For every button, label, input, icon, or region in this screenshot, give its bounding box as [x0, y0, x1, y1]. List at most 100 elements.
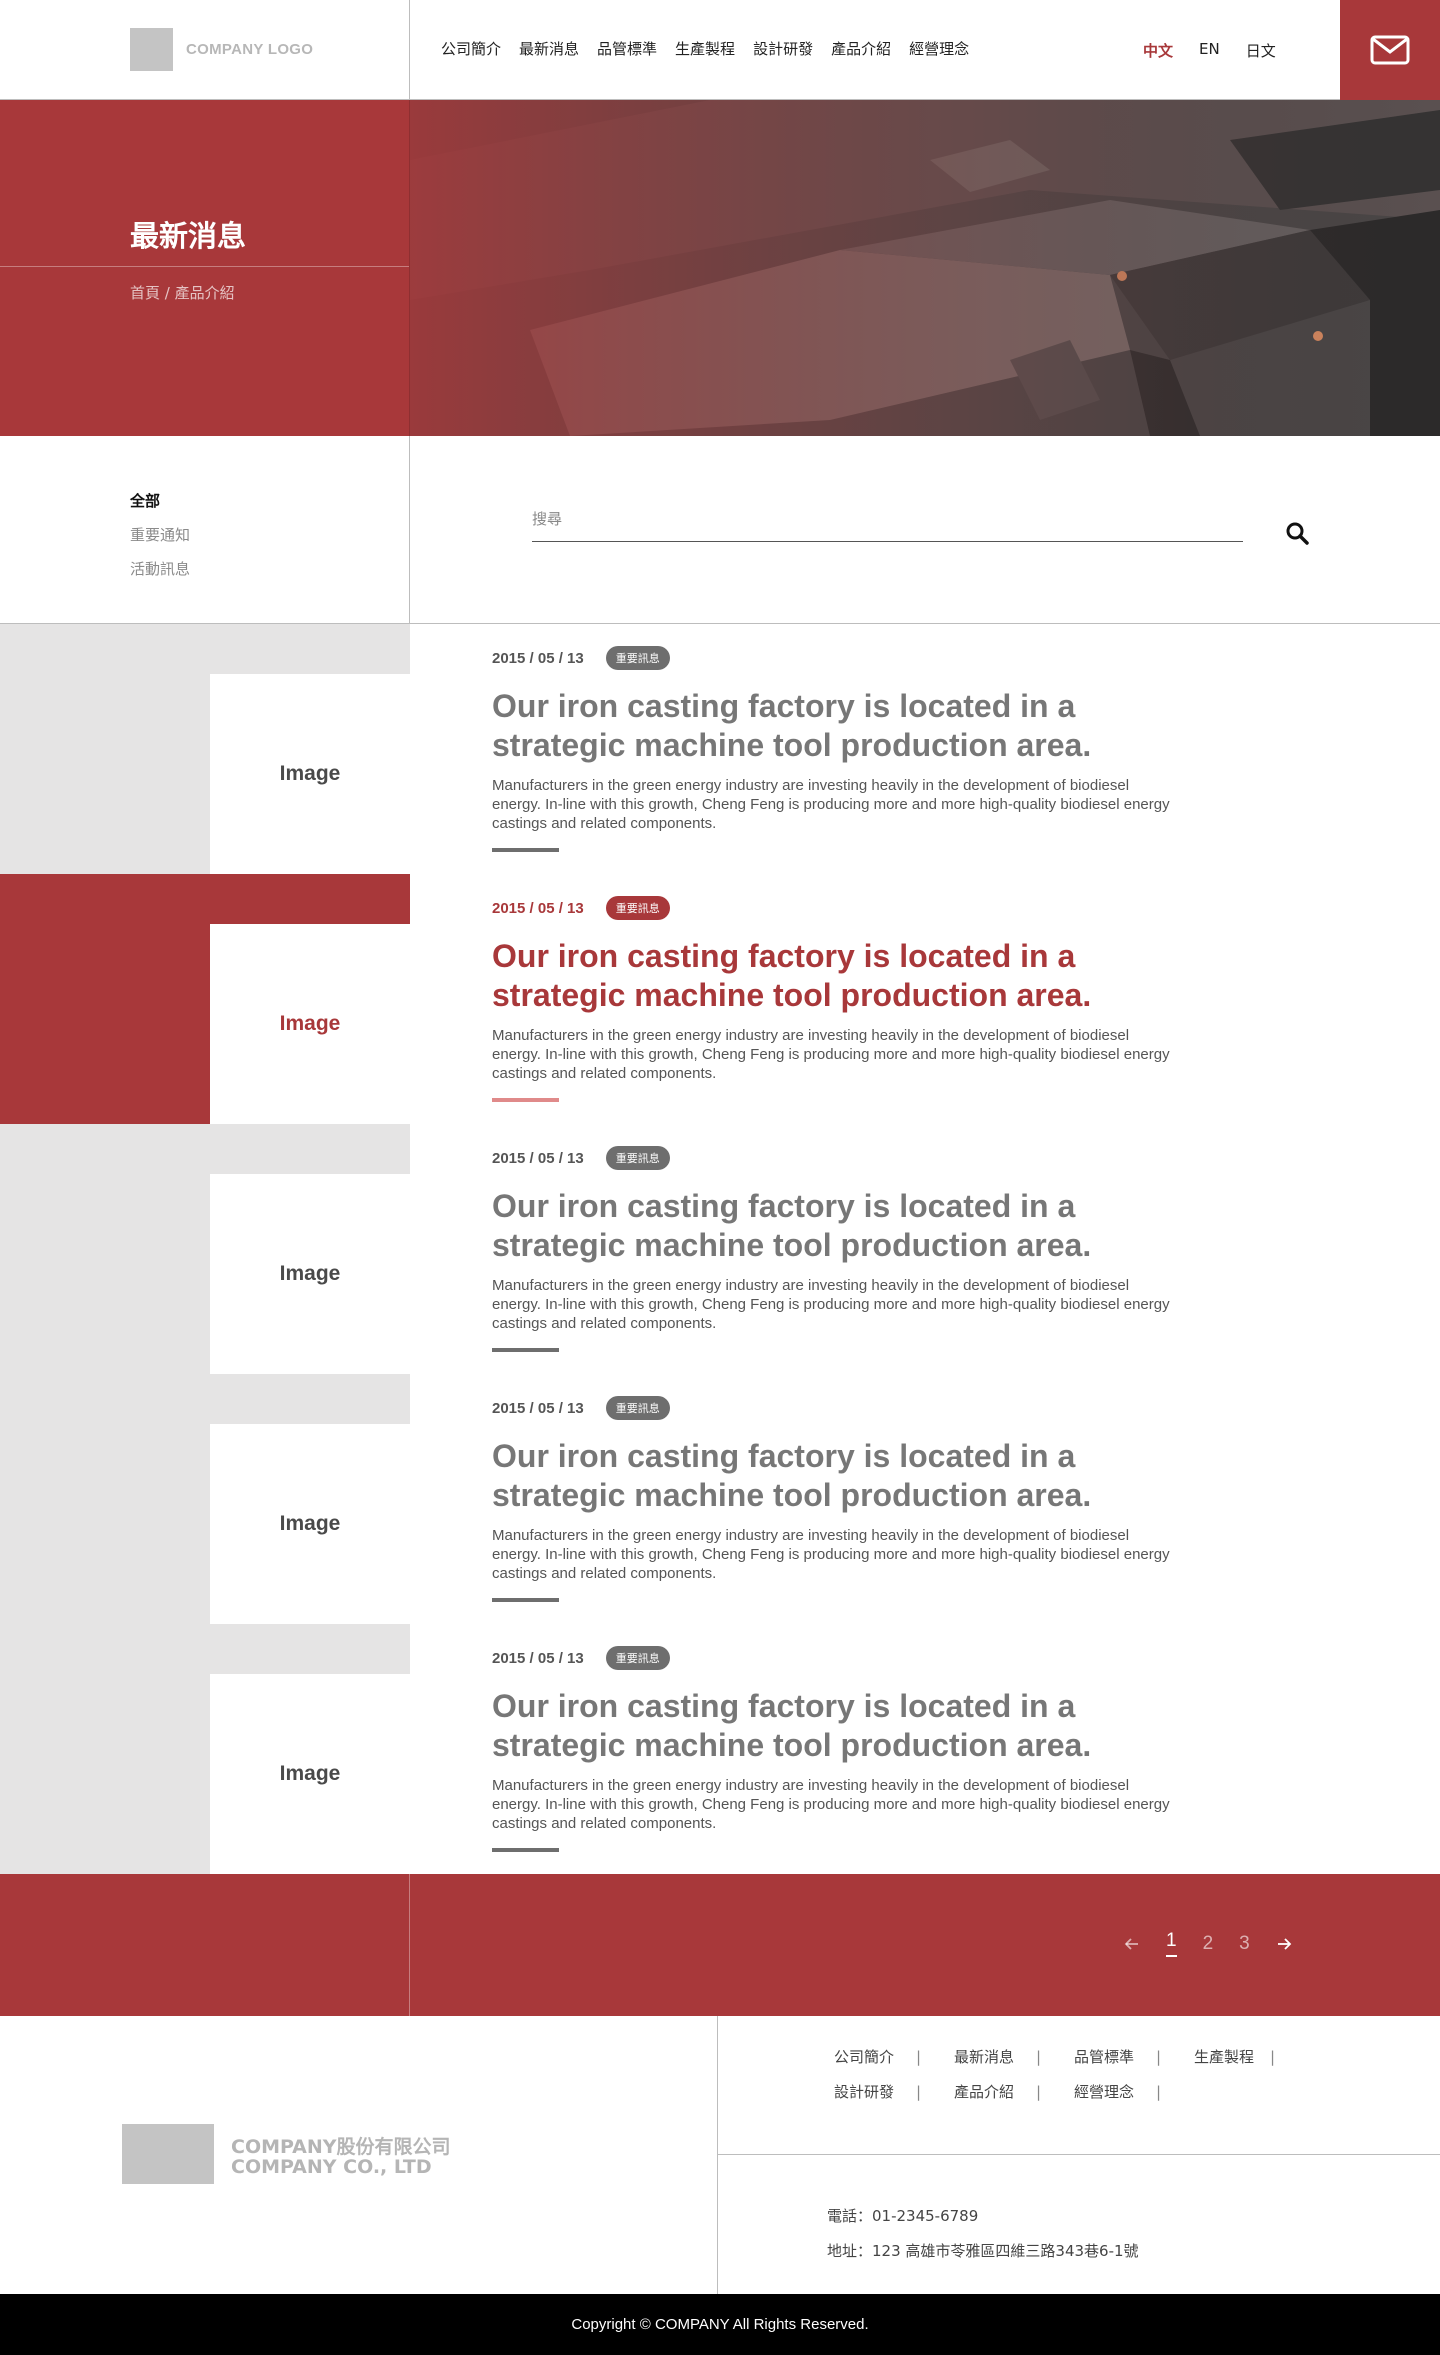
- news-title[interactable]: Our iron casting factory is located in a…: [492, 1187, 1192, 1265]
- news-underline-bar: [492, 848, 559, 852]
- news-excerpt: Manufacturers in the green energy indust…: [492, 1277, 1170, 1332]
- news-item[interactable]: Image 2015 / 05 / 13 重要訊息 Our iron casti…: [0, 1374, 1440, 1624]
- nav-item-news[interactable]: 最新消息: [519, 38, 579, 59]
- lang-zh[interactable]: 中文: [1143, 40, 1173, 61]
- footer-link-about[interactable]: 公司簡介: [834, 2046, 954, 2067]
- site-header: COMPANY LOGO 公司簡介 最新消息 品管標準 生產製程 設計研發 產品…: [0, 0, 1440, 100]
- news-excerpt: Manufacturers in the green energy indust…: [492, 777, 1170, 832]
- copyright-bar: Copyright © COMPANY All Rights Reserved.: [0, 2294, 1440, 2355]
- contact-mail-button[interactable]: [1340, 0, 1440, 100]
- search-field: [532, 508, 1243, 542]
- casting-mold-illustration: [410, 100, 1440, 436]
- hero-image-casting-mold: [410, 100, 1440, 436]
- page-link-2[interactable]: 2: [1203, 1933, 1214, 1955]
- news-date: 2015 / 05 / 13: [492, 649, 584, 667]
- category-events[interactable]: 活動訊息: [130, 558, 190, 579]
- header-divider: [409, 0, 410, 100]
- footer-address: 地址：123 高雄市苓雅區四維三路343巷6-1號: [827, 2242, 1139, 2260]
- breadcrumb[interactable]: 首頁 / 產品介紹: [130, 282, 235, 303]
- news-date: 2015 / 05 / 13: [492, 899, 584, 917]
- news-underline-bar: [492, 1098, 559, 1102]
- news-item[interactable]: Image 2015 / 05 / 13 重要訊息 Our iron casti…: [0, 1124, 1440, 1374]
- news-meta: 2015 / 05 / 13 重要訊息: [492, 1146, 670, 1170]
- news-date: 2015 / 05 / 13: [492, 1399, 584, 1417]
- news-list: Image 2015 / 05 / 13 重要訊息 Our iron casti…: [0, 624, 1440, 1874]
- language-switcher: 中文 EN 日文: [1143, 40, 1276, 61]
- footer-nav: 公司簡介 最新消息 品管標準 生產製程 設計研發 產品介紹 經營理念: [834, 2046, 1314, 2102]
- news-tag-badge: 重要訊息: [605, 896, 670, 920]
- news-item[interactable]: Image 2015 / 05 / 13 重要訊息 Our iron casti…: [0, 1624, 1440, 1874]
- news-tag-badge: 重要訊息: [605, 1646, 670, 1670]
- news-title[interactable]: Our iron casting factory is located in a…: [492, 1687, 1192, 1765]
- lang-en[interactable]: EN: [1199, 40, 1220, 61]
- nav-item-philosophy[interactable]: 經營理念: [909, 38, 969, 59]
- news-thumbnail[interactable]: Image: [210, 674, 410, 874]
- filter-bar: 全部 重要通知 活動訊息: [0, 436, 1440, 624]
- news-meta: 2015 / 05 / 13 重要訊息: [492, 896, 670, 920]
- arrow-right-icon[interactable]: [1276, 1936, 1292, 1952]
- news-meta: 2015 / 05 / 13 重要訊息: [492, 1646, 670, 1670]
- footer-link-rnd[interactable]: 設計研發: [834, 2081, 954, 2102]
- news-meta: 2015 / 05 / 13 重要訊息: [492, 1396, 670, 1420]
- footer-link-philosophy[interactable]: 經營理念: [1074, 2081, 1194, 2102]
- category-list: 全部 重要通知 活動訊息: [130, 490, 190, 592]
- news-excerpt: Manufacturers in the green energy indust…: [492, 1777, 1170, 1832]
- footer-logo-mark: [122, 2124, 214, 2184]
- news-item[interactable]: Image 2015 / 05 / 13 重要訊息 Our iron casti…: [0, 874, 1440, 1124]
- news-date: 2015 / 05 / 13: [492, 1649, 584, 1667]
- company-logo-mark[interactable]: [130, 28, 173, 71]
- pagination: 1 2 3: [1124, 1930, 1292, 1957]
- nav-item-about[interactable]: 公司簡介: [441, 38, 501, 59]
- news-thumbnail[interactable]: Image: [210, 1424, 410, 1624]
- site-footer: COMPANY股份有限公司 COMPANY CO., LTD 公司簡介 最新消息…: [0, 2016, 1440, 2294]
- nav-item-rnd[interactable]: 設計研發: [753, 38, 813, 59]
- footer-phone: 電話：01-2345-6789: [827, 2207, 979, 2225]
- news-underline-bar: [492, 1598, 559, 1602]
- news-tag-badge: 重要訊息: [605, 1146, 670, 1170]
- category-important[interactable]: 重要通知: [130, 524, 190, 545]
- footer-link-products[interactable]: 產品介紹: [954, 2081, 1074, 2102]
- news-excerpt: Manufacturers in the green energy indust…: [492, 1027, 1170, 1082]
- category-all[interactable]: 全部: [130, 490, 190, 511]
- arrow-left-icon[interactable]: [1124, 1936, 1140, 1952]
- page-link-1[interactable]: 1: [1166, 1930, 1177, 1957]
- news-title[interactable]: Our iron casting factory is located in a…: [492, 937, 1192, 1015]
- search-icon[interactable]: [1285, 521, 1309, 545]
- hero-banner: 最新消息 首頁 / 產品介紹: [0, 100, 1440, 436]
- news-tag-badge: 重要訊息: [605, 646, 670, 670]
- search-input[interactable]: [532, 508, 1243, 528]
- page-link-3[interactable]: 3: [1239, 1933, 1250, 1955]
- nav-item-quality[interactable]: 品管標準: [597, 38, 657, 59]
- news-thumbnail[interactable]: Image: [210, 924, 410, 1124]
- main-nav: 公司簡介 最新消息 品管標準 生產製程 設計研發 產品介紹 經營理念: [441, 38, 969, 59]
- news-thumbnail[interactable]: Image: [210, 1174, 410, 1374]
- page-title: 最新消息: [130, 219, 247, 253]
- news-meta: 2015 / 05 / 13 重要訊息: [492, 646, 670, 670]
- news-underline-bar: [492, 1348, 559, 1352]
- footer-link-news[interactable]: 最新消息: [954, 2046, 1074, 2067]
- company-logo-text[interactable]: COMPANY LOGO: [186, 41, 313, 58]
- envelope-icon: [1370, 35, 1410, 65]
- lang-ja[interactable]: 日文: [1246, 40, 1276, 61]
- hero-divider: [0, 266, 409, 267]
- news-thumbnail[interactable]: Image: [210, 1674, 410, 1874]
- news-title[interactable]: Our iron casting factory is located in a…: [492, 1437, 1192, 1515]
- footer-link-production[interactable]: 生產製程: [1194, 2046, 1314, 2067]
- footer-company-name-en: COMPANY CO., LTD: [231, 2156, 432, 2178]
- news-date: 2015 / 05 / 13: [492, 1149, 584, 1167]
- filter-divider: [409, 436, 410, 624]
- nav-item-production[interactable]: 生產製程: [675, 38, 735, 59]
- pagination-bar: 1 2 3: [0, 1874, 1440, 2016]
- footer-divider-horizontal: [718, 2154, 1440, 2155]
- footer-link-quality[interactable]: 品管標準: [1074, 2046, 1194, 2067]
- news-underline-bar: [492, 1848, 559, 1852]
- pagination-divider: [409, 1874, 410, 2016]
- footer-divider-vertical: [717, 2016, 718, 2294]
- news-tag-badge: 重要訊息: [605, 1396, 670, 1420]
- footer-company-name-zh: COMPANY股份有限公司: [231, 2136, 451, 2158]
- nav-item-products[interactable]: 產品介紹: [831, 38, 891, 59]
- hero-title-panel: 最新消息 首頁 / 產品介紹: [0, 100, 410, 436]
- news-title[interactable]: Our iron casting factory is located in a…: [492, 687, 1192, 765]
- news-excerpt: Manufacturers in the green energy indust…: [492, 1527, 1170, 1582]
- news-item[interactable]: Image 2015 / 05 / 13 重要訊息 Our iron casti…: [0, 624, 1440, 874]
